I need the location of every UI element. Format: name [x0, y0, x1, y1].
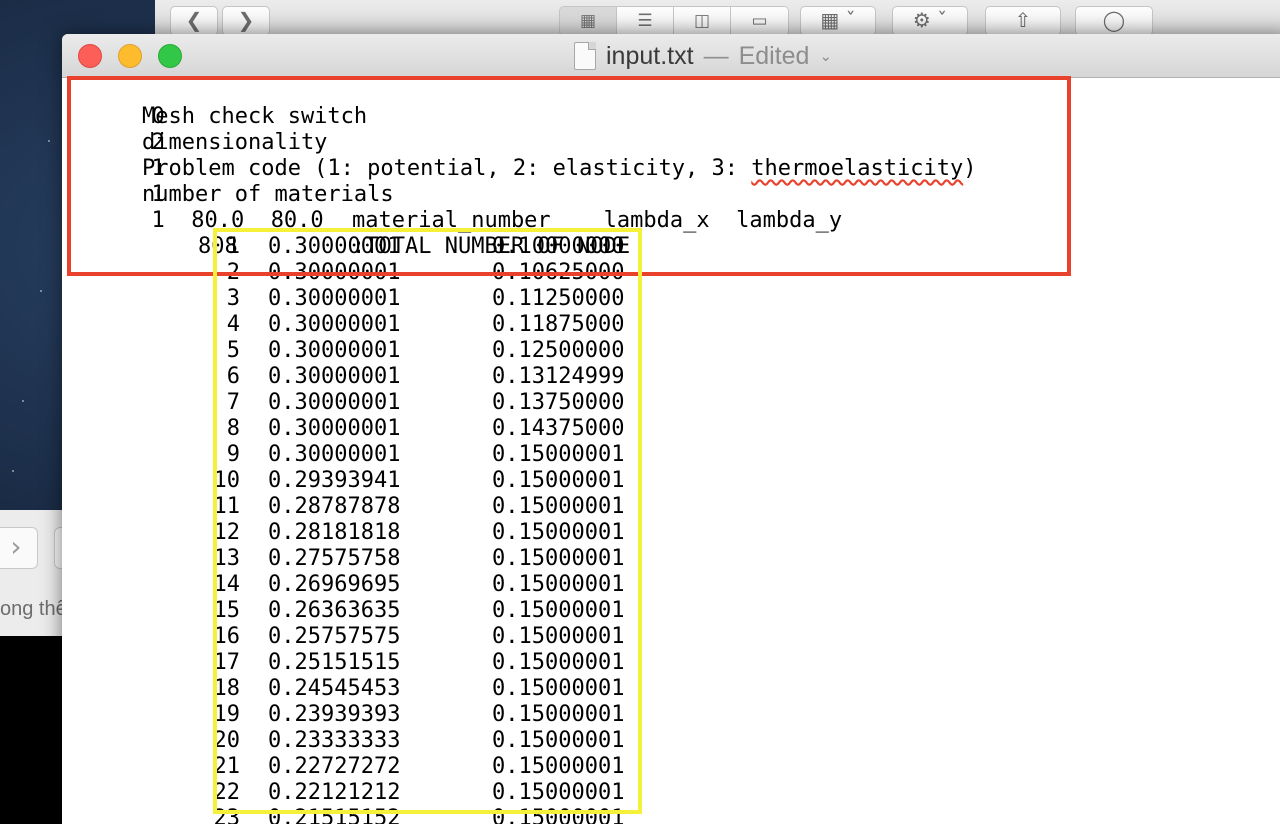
chevron-left-icon: ❮	[185, 8, 203, 32]
edit-status: Edited	[738, 41, 810, 70]
title-bar[interactable]: input.txt — Edited ⌄	[62, 34, 1280, 78]
gear-icon: ⚙ ˇ	[912, 8, 948, 32]
document-icon	[574, 42, 596, 70]
file-name: input.txt	[606, 41, 694, 70]
tag-icon: ◯	[1102, 8, 1126, 32]
chevron-right-icon: ❯	[237, 8, 255, 32]
minimize-button[interactable]	[118, 44, 142, 68]
text-editor-area[interactable]: 0 Mesh check switch 2 dimensionality 1 Prob…	[62, 76, 1280, 824]
yellow-highlight-box	[213, 228, 642, 814]
title-separator: —	[703, 41, 729, 70]
window-title[interactable]: input.txt — Edited ⌄	[574, 41, 832, 71]
share-button[interactable]: ⇧	[985, 6, 1061, 36]
maximize-button[interactable]	[158, 44, 182, 68]
forward-button[interactable]: ❯	[222, 6, 270, 36]
column-view-icon[interactable]: ◫	[674, 7, 731, 35]
gallery-view-icon[interactable]: ▭	[731, 7, 788, 35]
textedit-window: input.txt — Edited ⌄ 0 Mesh check switch …	[62, 34, 1280, 824]
arrange-button[interactable]: ▦ ˇ	[800, 6, 876, 36]
browser-forward-button[interactable]: ›	[0, 527, 38, 569]
grid-view-icon[interactable]: ▦	[560, 7, 617, 35]
background-browser-fragment: › ong thể	[0, 510, 74, 636]
chevron-down-icon[interactable]: ⌄	[819, 47, 832, 65]
close-button[interactable]	[78, 44, 102, 68]
list-view-icon[interactable]: ☰	[617, 7, 674, 35]
chevron-right-icon: ›	[10, 530, 22, 563]
share-icon: ⇧	[1014, 8, 1032, 32]
action-button[interactable]: ⚙ ˇ	[892, 6, 968, 36]
background-dark-area	[0, 636, 63, 824]
background-text: ong thể	[0, 598, 67, 620]
view-mode-segmented-control[interactable]: ▦ ☰ ◫ ▭	[559, 6, 789, 36]
back-button[interactable]: ❮	[170, 6, 218, 36]
arrange-icon: ▦ ˇ	[820, 8, 856, 32]
tag-button[interactable]: ◯	[1075, 6, 1153, 36]
